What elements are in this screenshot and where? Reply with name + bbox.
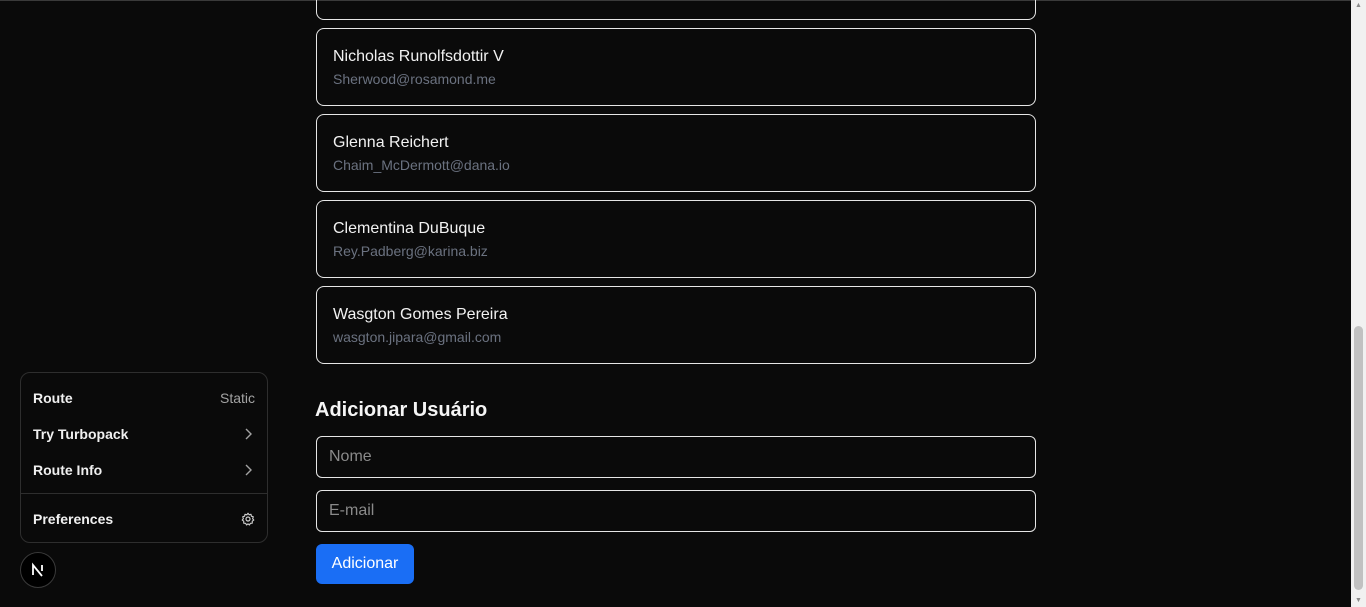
panel-divider [21, 493, 267, 494]
email-input[interactable] [316, 490, 1036, 532]
gear-icon [241, 512, 255, 526]
try-turbopack-item[interactable]: Try Turbopack [33, 422, 255, 446]
route-info-label: Route Info [33, 462, 103, 478]
user-name: Glenna Reichert [333, 134, 449, 151]
user-card: Wasgton Gomes Pereira wasgton.jipara@gma… [316, 286, 1036, 364]
nextjs-logo-icon[interactable] [20, 552, 56, 588]
user-card: Clementina DuBuque Rey.Padberg@karina.bi… [316, 200, 1036, 278]
page: Nicholas Runolfsdottir V Sherwood@rosamo… [0, 0, 1366, 607]
user-email: Chaim_McDermott@dana.io [333, 157, 510, 173]
user-card: Nicholas Runolfsdottir V Sherwood@rosamo… [316, 28, 1036, 106]
preferences-item[interactable]: Preferences [33, 507, 255, 531]
route-info-item[interactable]: Route Info [33, 458, 255, 482]
scroll-down-arrow-icon[interactable]: ▼ [1354, 597, 1363, 605]
try-turbopack-label: Try Turbopack [33, 426, 129, 442]
chevron-right-icon [241, 427, 255, 441]
preferences-label: Preferences [33, 511, 114, 527]
add-user-title: Adicionar Usuário [315, 399, 488, 421]
dev-tools-panel: Route Static Try Turbopack Route Info Pr… [20, 372, 268, 543]
name-input[interactable] [316, 436, 1036, 478]
add-user-button[interactable]: Adicionar [316, 544, 414, 584]
user-name: Clementina DuBuque [333, 220, 486, 237]
user-card-partial [316, 0, 1036, 20]
chevron-right-icon [241, 463, 255, 477]
user-email: Rey.Padberg@karina.biz [333, 243, 488, 259]
user-card: Glenna Reichert Chaim_McDermott@dana.io [316, 114, 1036, 192]
user-email: Sherwood@rosamond.me [333, 71, 496, 87]
user-name: Nicholas Runolfsdottir V [333, 48, 504, 65]
user-email: wasgton.jipara@gmail.com [333, 329, 502, 345]
scroll-up-arrow-icon[interactable]: ▲ [1354, 2, 1363, 10]
route-label: Route [33, 390, 73, 406]
scrollbar-thumb[interactable] [1354, 326, 1363, 590]
route-value: Static [219, 390, 255, 406]
user-name: Wasgton Gomes Pereira [333, 306, 508, 323]
route-row: Route Static [33, 386, 255, 410]
